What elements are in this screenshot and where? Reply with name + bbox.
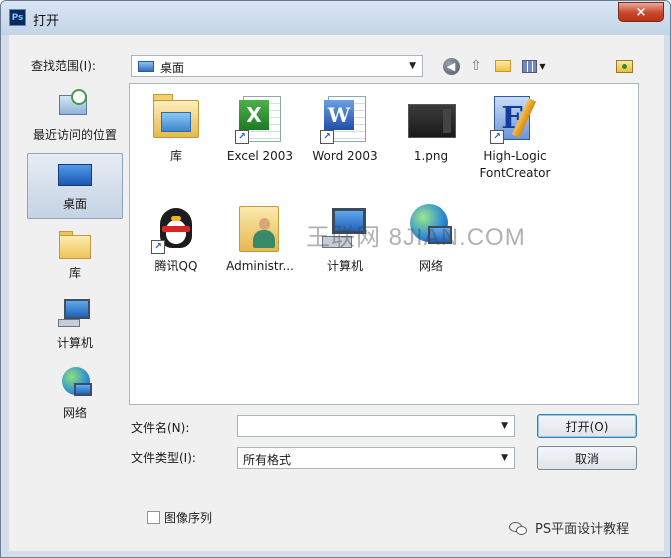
desktop-small-icon [138, 61, 154, 72]
place-label: 桌面 [62, 197, 87, 211]
user-folder-icon [235, 204, 285, 254]
libraries-icon [56, 229, 94, 261]
place-label: 最近访问的位置 [32, 128, 117, 142]
file-label-line2: FontCreator [479, 166, 551, 180]
cancel-button[interactable]: 取消 [537, 446, 637, 470]
file-label: Word 2003 [312, 149, 378, 163]
file-label: Excel 2003 [226, 149, 294, 163]
file-label: Administr... [226, 259, 294, 273]
shortcut-arrow-icon: ↗ [490, 130, 504, 144]
file-item[interactable]: 1.png [388, 94, 474, 165]
photoshop-app-icon: Ps [9, 9, 26, 26]
shortcut-arrow-icon: ↗ [235, 130, 249, 144]
wechat-icon [509, 520, 529, 536]
image-sequence-checkbox[interactable] [147, 511, 160, 524]
file-label-line1: High-Logic [483, 149, 547, 163]
file-item[interactable]: Administr... [217, 204, 303, 275]
close-button[interactable]: × [618, 2, 664, 22]
word-shortcut-icon: W ↗ [320, 94, 370, 144]
look-in-combobox[interactable]: 桌面 ▼ [131, 55, 423, 77]
place-label: 计算机 [56, 336, 93, 350]
place-label: 网络 [62, 406, 87, 420]
places-bar: 最近访问的位置 桌面 库 计算机 网络 [27, 83, 127, 493]
recent-places-icon [57, 89, 93, 123]
place-recent[interactable]: 最近访问的位置 [27, 89, 123, 147]
file-label: 库 [169, 149, 182, 163]
filetype-select[interactable]: 所有格式 ▼ [237, 447, 515, 469]
computer-icon [56, 297, 94, 331]
network-icon [56, 367, 94, 401]
file-item[interactable]: 库 [133, 94, 219, 165]
qq-shortcut-icon: ↗ [151, 204, 201, 254]
file-item[interactable]: ↗ 腾讯QQ [133, 204, 219, 275]
folder-preview-icon[interactable] [614, 56, 634, 76]
file-item[interactable]: X ↗ Excel 2003 [217, 94, 303, 165]
file-item[interactable]: F ↗ High-Logic FontCreator [472, 94, 558, 182]
file-label: High-Logic FontCreator [472, 148, 558, 182]
filetype-label: 文件类型(I): [131, 451, 196, 465]
file-label: 计算机 [326, 259, 363, 273]
place-libraries[interactable]: 库 [27, 229, 123, 285]
open-dialog: Ps 打开 × 查找范围(I): 桌面 ▼ ◀ ⇧ ▼ 最近访问的位置 桌面 库… [0, 0, 671, 558]
up-folder-icon[interactable]: ⇧ [466, 56, 486, 76]
place-label: 库 [68, 266, 81, 280]
back-icon[interactable]: ◀ [441, 56, 461, 76]
excel-shortcut-icon: X ↗ [235, 94, 285, 144]
file-item[interactable]: W ↗ Word 2003 [302, 94, 388, 165]
look-in-label: 查找范围(I): [31, 59, 96, 73]
libraries-folder-icon [151, 94, 201, 144]
watermark-text: 王联网 8JIAN.COM [306, 224, 526, 251]
window-title: 打开 [33, 14, 60, 29]
place-computer[interactable]: 计算机 [27, 297, 123, 353]
look-in-value: 桌面 [160, 61, 185, 75]
png-file-icon [406, 94, 456, 144]
shortcut-arrow-icon: ↗ [151, 240, 165, 254]
place-network[interactable]: 网络 [27, 367, 123, 423]
place-desktop[interactable]: 桌面 [27, 153, 123, 219]
fontcreator-shortcut-icon: F ↗ [490, 94, 540, 144]
file-label: 1.png [413, 149, 449, 163]
branding: PS平面设计教程 [509, 518, 629, 537]
open-button[interactable]: 打开(O) [537, 414, 637, 438]
view-menu-icon[interactable]: ▼ [519, 56, 549, 76]
shortcut-arrow-icon: ↗ [320, 130, 334, 144]
image-sequence-option[interactable]: 图像序列 [147, 509, 212, 526]
new-folder-icon[interactable] [493, 56, 513, 76]
chevron-down-icon[interactable]: ▼ [501, 421, 508, 431]
file-label: 网络 [418, 259, 443, 273]
title-bar[interactable]: Ps 打开 × [1, 1, 670, 35]
chevron-down-icon[interactable]: ▼ [409, 61, 416, 71]
filetype-value: 所有格式 [243, 453, 292, 467]
chevron-down-icon[interactable]: ▼ [501, 453, 508, 463]
desktop-icon [56, 160, 94, 192]
file-label: 腾讯QQ [154, 259, 198, 273]
brand-text: PS平面设计教程 [535, 522, 630, 537]
filename-combobox[interactable]: ▼ [237, 415, 515, 437]
filename-label: 文件名(N): [131, 421, 190, 435]
image-sequence-label: 图像序列 [164, 511, 213, 525]
